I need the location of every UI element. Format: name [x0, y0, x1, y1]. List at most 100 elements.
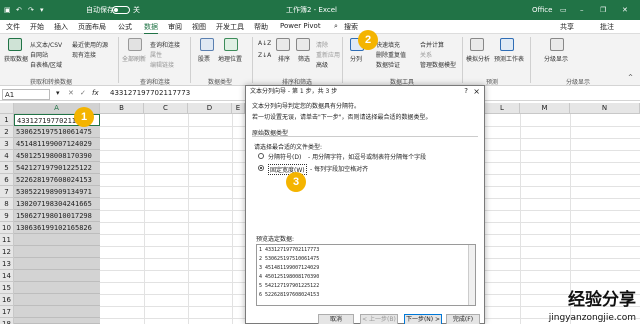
column-header[interactable]: C	[144, 103, 188, 114]
table-cell[interactable]	[14, 306, 100, 318]
filter-button[interactable]: 筛选	[298, 54, 310, 63]
delimited-label[interactable]: 分隔符号(D)	[268, 152, 301, 161]
tab-page-layout[interactable]: 页面布局	[78, 22, 106, 32]
table-cell[interactable]: 542127197901225122	[14, 162, 100, 174]
name-box[interactable]: A1	[2, 89, 50, 100]
close-icon[interactable]: ✕	[622, 0, 628, 20]
table-cell[interactable]	[14, 246, 100, 258]
edit-links-button[interactable]: 编辑链接	[150, 60, 174, 69]
from-text-csv-button[interactable]: 从文本/CSV	[30, 40, 62, 49]
row-header[interactable]: 17	[0, 306, 14, 318]
close-icon[interactable]: ×	[473, 86, 480, 97]
properties-button[interactable]: 属性	[150, 50, 162, 59]
tab-file[interactable]: 文件	[6, 22, 20, 32]
table-cell[interactable]: 530625197510061475	[14, 126, 100, 138]
row-header[interactable]: 18	[0, 318, 14, 324]
outline-button[interactable]: 分级显示	[544, 54, 568, 63]
table-cell[interactable]	[14, 270, 100, 282]
insert-function-icon[interactable]: fx	[92, 89, 99, 97]
row-header[interactable]: 13	[0, 258, 14, 270]
namebox-dropdown-icon[interactable]: ▾	[56, 89, 60, 97]
existing-connections-button[interactable]: 现有连接	[72, 50, 96, 59]
redo-icon[interactable]: ↷	[28, 0, 34, 20]
data-validation-button[interactable]: 数据验证	[376, 60, 400, 69]
column-header[interactable]: N	[570, 103, 640, 114]
table-cell[interactable]: 130636199102165826	[14, 222, 100, 234]
tab-insert[interactable]: 插入	[54, 22, 68, 32]
column-header[interactable]: D	[188, 103, 232, 114]
row-header[interactable]: 15	[0, 282, 14, 294]
row-header[interactable]: 2	[0, 126, 14, 138]
preview-scrollbar[interactable]	[468, 245, 475, 305]
tab-view[interactable]: 视图	[192, 22, 206, 32]
minimize-icon[interactable]: –	[580, 0, 584, 20]
row-header[interactable]: 3	[0, 138, 14, 150]
what-if-button[interactable]: 模拟分析	[466, 54, 490, 63]
column-header[interactable]: M	[520, 103, 570, 114]
column-header[interactable]: L	[485, 103, 520, 114]
comment-button[interactable]: 批注	[600, 22, 614, 32]
table-cell[interactable]: 530522198909134971	[14, 186, 100, 198]
row-header[interactable]: 5	[0, 162, 14, 174]
stocks-button[interactable]: 股票	[198, 54, 210, 63]
manage-model-button[interactable]: 管理数据模型	[420, 60, 456, 69]
next-button[interactable]: 下一步(N) >	[404, 314, 442, 324]
select-all-corner[interactable]	[0, 103, 14, 114]
row-header[interactable]: 11	[0, 234, 14, 246]
row-header[interactable]: 8	[0, 198, 14, 210]
table-cell[interactable]: 451481199007124029	[14, 138, 100, 150]
back-button[interactable]: < 上一步(B)	[360, 314, 398, 324]
from-web-button[interactable]: 自网站	[30, 50, 48, 59]
quick-access-dropdown-icon[interactable]: ▾	[40, 0, 44, 20]
restore-icon[interactable]: ❐	[600, 0, 606, 20]
search-label[interactable]: 搜索	[344, 22, 358, 32]
table-cell[interactable]: 150627198010017298	[14, 210, 100, 222]
flash-fill-button[interactable]: 快速填充	[376, 40, 400, 49]
table-cell[interactable]	[14, 282, 100, 294]
row-header[interactable]: 7	[0, 186, 14, 198]
row-header[interactable]: 16	[0, 294, 14, 306]
help-icon[interactable]: ?	[464, 86, 468, 97]
tab-review[interactable]: 审阅	[168, 22, 182, 32]
confirm-entry-icon[interactable]: ✓	[80, 89, 86, 97]
share-button[interactable]: 共享	[560, 22, 574, 32]
collapse-ribbon-icon[interactable]: ^	[628, 74, 633, 81]
refresh-all-button[interactable]: 全部刷新	[122, 54, 146, 63]
row-header[interactable]: 1	[0, 114, 14, 126]
tab-home[interactable]: 开始	[30, 22, 44, 32]
column-header[interactable]: E	[232, 103, 245, 114]
from-table-button[interactable]: 自表格/区域	[30, 60, 62, 69]
reapply-button[interactable]: 重新应用	[316, 50, 340, 59]
formula-input[interactable]: 433127197702117773	[110, 89, 190, 97]
table-cell[interactable]: 450125198008170390	[14, 150, 100, 162]
save-icon[interactable]: ▣	[4, 0, 11, 20]
delimited-radio[interactable]	[258, 153, 264, 159]
tab-formulas[interactable]: 公式	[118, 22, 132, 32]
queries-connections-button[interactable]: 查询和连接	[150, 40, 180, 49]
column-header[interactable]: B	[100, 103, 144, 114]
search-icon[interactable]: ⌕	[334, 22, 338, 31]
tab-help[interactable]: 帮助	[254, 22, 268, 32]
table-cell[interactable]: 130207198304241665	[14, 198, 100, 210]
cancel-button[interactable]: 取消	[318, 314, 354, 324]
forecast-sheet-button[interactable]: 预测工作表	[494, 54, 524, 63]
row-header[interactable]: 9	[0, 210, 14, 222]
cancel-entry-icon[interactable]: ✕	[68, 89, 74, 97]
advanced-button[interactable]: 高级	[316, 60, 328, 69]
tab-power-pivot[interactable]: Power Pivot	[280, 22, 321, 30]
autosave-toggle[interactable]	[112, 6, 130, 14]
table-cell[interactable]	[14, 234, 100, 246]
table-cell[interactable]	[14, 318, 100, 324]
tab-developer[interactable]: 开发工具	[216, 22, 244, 32]
row-header[interactable]: 12	[0, 246, 14, 258]
row-header[interactable]: 4	[0, 150, 14, 162]
ribbon-display-icon[interactable]: ▭	[560, 0, 567, 20]
remove-duplicates-button[interactable]: 删除重复值	[376, 50, 406, 59]
get-data-button[interactable]: 获取数据	[4, 54, 28, 63]
sort-button[interactable]: 排序	[278, 54, 290, 63]
data-preview-box[interactable]: 1 433127197702117773 2 53062519751006147…	[256, 244, 476, 306]
recent-sources-button[interactable]: 最近使用的源	[72, 40, 108, 49]
table-cell[interactable]	[14, 294, 100, 306]
sort-za-button[interactable]: Z↓A	[258, 52, 271, 59]
sort-az-button[interactable]: A↓Z	[258, 40, 271, 47]
